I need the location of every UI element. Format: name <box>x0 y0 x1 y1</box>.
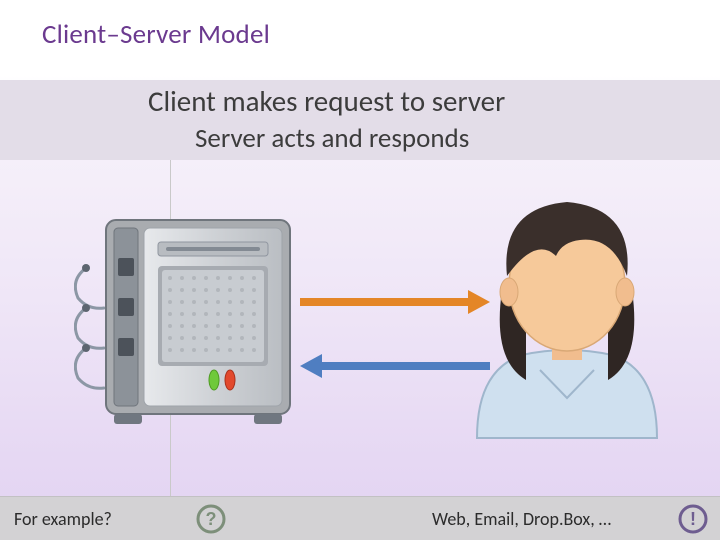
person-icon <box>462 180 672 440</box>
svg-text:!: ! <box>690 509 696 529</box>
question-circle-icon: ? <box>196 504 226 534</box>
subtitle-line-2: Server acts and responds <box>195 122 469 155</box>
footer-bar: For example? ? Web, Email, Drop.Box, … ! <box>0 496 720 540</box>
svg-text:?: ? <box>206 509 217 529</box>
page-title: Client–Server Model <box>42 18 270 51</box>
subtitle-line-1: Client makes request to server <box>148 83 505 119</box>
exclaim-circle-icon: ! <box>678 504 708 534</box>
footer-prompt: For example? <box>14 508 112 530</box>
footer-examples: Web, Email, Drop.Box, … <box>432 508 611 530</box>
server-icon <box>74 210 304 430</box>
slide: Client–Server Model Client makes request… <box>0 0 720 540</box>
